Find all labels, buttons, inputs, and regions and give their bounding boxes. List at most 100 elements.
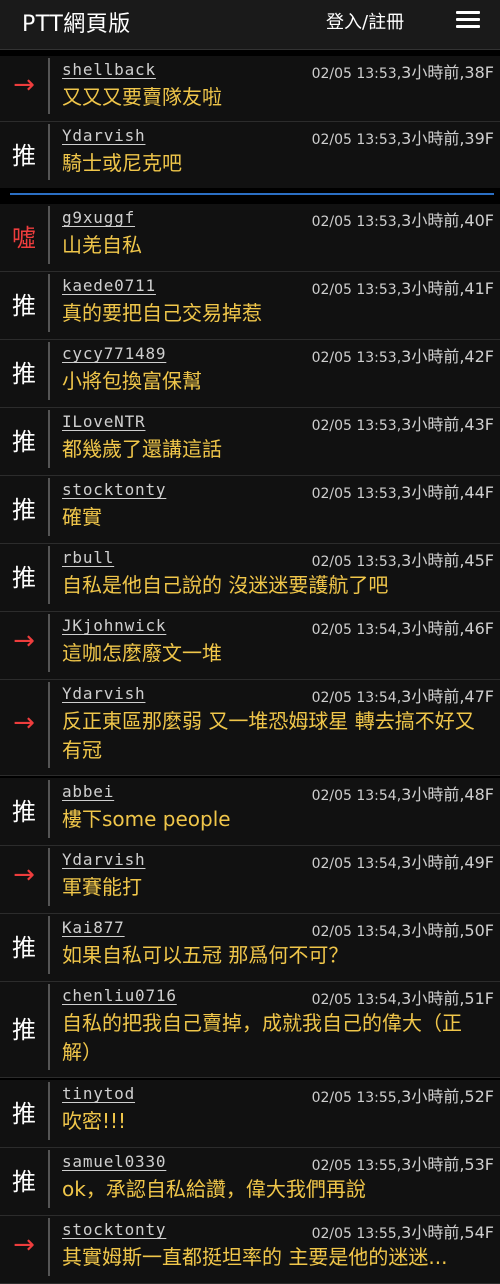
push-row: → Ydarvish 02/05 13:54,3小時前,47F 反正東區那麼弱 又一堆… [0,680,500,776]
push-relative-time: 3小時前 [401,921,460,940]
push-floor: ,39F [459,129,494,148]
push-username[interactable]: cycy771489 [62,344,166,363]
push-meta: 02/05 13:53,3小時前,43F [312,411,494,435]
push-timestamp: 02/05 13:54, [311,788,402,804]
push-timestamp: 02/05 13:54, [311,690,402,706]
push-floor: ,49F [459,853,494,872]
push-username[interactable]: chenliu0716 [62,986,177,1005]
push-username[interactable]: samuel0330 [62,1152,166,1171]
push-username[interactable]: JKjohnwick [62,616,166,635]
push-divider-bar [48,410,50,468]
push-content: 確實 [62,505,102,529]
push-timestamp: 02/05 13:53, [311,554,402,570]
push-floor: ,40F [459,211,494,230]
push-meta: 02/05 13:55,3小時前,54F [312,1219,494,1243]
push-content: 騎士或尼克吧 [62,151,182,175]
push-meta: 02/05 13:53,3小時前,45F [312,547,494,571]
push-floor: ,41F [459,279,494,298]
push-relative-time: 3小時前 [401,63,460,82]
push-meta: 02/05 13:53,3小時前,44F [312,479,494,503]
push-floor: ,38F [459,63,494,82]
push-content: 如果自私可以五冠 那爲何不可？ [62,943,349,967]
push-divider-bar [48,546,50,604]
push-meta: 02/05 13:53,3小時前,41F [312,275,494,299]
push-divider-bar [48,206,50,264]
site-logo[interactable]: PTT網頁版 [22,6,131,38]
push-row: → Ydarvish 02/05 13:54,3小時前,49F 軍賽能打 [0,846,500,914]
push-content: 樓下some people [62,807,231,831]
push-floor: ,51F [459,989,494,1008]
push-username[interactable]: Ydarvish [62,684,145,703]
push-tag-up: 推 [12,934,36,962]
push-relative-time: 3小時前 [401,483,460,502]
section-divider [10,193,494,195]
push-meta: 02/05 13:53,3小時前,39F [312,125,494,149]
push-meta: 02/05 13:53,3小時前,42F [312,343,494,367]
push-content: 反正東區那麼弱 又一堆恐姆球星 轉去搞不好又有冠 [62,709,475,762]
push-floor: ,47F [459,687,494,706]
push-meta: 02/05 13:54,3小時前,46F [312,615,494,639]
push-row: 推 tinytod 02/05 13:55,3小時前,52F 吹密!!! [0,1080,500,1148]
push-meta: 02/05 13:53,3小時前,40F [312,207,494,231]
push-timestamp: 02/05 13:53, [311,66,402,82]
push-relative-time: 3小時前 [401,1087,460,1106]
push-tag-up: 推 [12,496,36,524]
hamburger-menu-icon[interactable] [456,11,480,29]
push-relative-time: 3小時前 [401,1155,460,1174]
push-username[interactable]: tinytod [62,1084,135,1103]
push-divider-bar [48,682,50,768]
push-username[interactable]: abbei [62,782,114,801]
push-tag-boo: 噓 [12,224,36,252]
push-username[interactable]: kaede0711 [62,276,156,295]
push-row: → shellback 02/05 13:53,3小時前,38F 又又又要賣隊友啦 [0,56,500,122]
push-divider-bar [48,1150,50,1208]
push-username[interactable]: stocktonty [62,480,166,499]
push-username[interactable]: Ydarvish [62,126,145,145]
push-timestamp: 02/05 13:53, [311,486,402,502]
push-divider-bar [48,916,50,974]
push-username[interactable]: g9xuggf [62,208,135,227]
push-timestamp: 02/05 13:54, [311,856,402,872]
push-tag-up: 推 [12,428,36,456]
push-relative-time: 3小時前 [401,279,460,298]
push-relative-time: 3小時前 [401,551,460,570]
push-meta: 02/05 13:53,3小時前,38F [312,59,494,83]
push-tag-up: 推 [12,1100,36,1128]
push-content: 吹密!!! [62,1109,127,1133]
push-username[interactable]: Kai877 [62,918,125,937]
push-content: 軍賽能打 [62,875,142,899]
push-floor: ,46F [459,619,494,638]
push-tag-up: 推 [12,1168,36,1196]
push-divider-bar [48,124,50,180]
push-timestamp: 02/05 13:53, [311,350,402,366]
push-username[interactable]: shellback [62,60,156,79]
push-timestamp: 02/05 13:53, [311,214,402,230]
push-meta: 02/05 13:54,3小時前,50F [312,917,494,941]
push-row: 推 stocktonty 02/05 13:53,3小時前,44F 確實 [0,476,500,544]
push-tag-arrow: → [13,860,35,890]
push-floor: ,50F [459,921,494,940]
push-tag-up: 推 [12,360,36,388]
push-content: 這咖怎麼廢文一堆 [62,641,222,665]
push-row: 噓 g9xuggf 02/05 13:53,3小時前,40F 山羌自私 [0,204,500,272]
push-username[interactable]: Ydarvish [62,850,145,869]
push-tag-up: 推 [12,798,36,826]
push-floor: ,48F [459,785,494,804]
push-username[interactable]: ILoveNTR [62,412,145,431]
push-divider-bar [48,1082,50,1140]
push-relative-time: 3小時前 [401,989,460,1008]
top-bar: PTT網頁版 登入/註冊 [0,0,500,50]
push-username[interactable]: rbull [62,548,114,567]
push-timestamp: 02/05 13:53, [311,132,402,148]
push-content: 都幾歲了還講這話 [62,437,222,461]
push-relative-time: 3小時前 [401,211,460,230]
push-row: 推 Ydarvish 02/05 13:53,3小時前,39F 騎士或尼克吧 [0,122,500,188]
login-register-link[interactable]: 登入/註冊 [326,8,404,34]
push-divider-bar [48,274,50,332]
push-row: 推 chenliu0716 02/05 13:54,3小時前,51F 自私的把我自己賣… [0,982,500,1078]
push-row: 推 samuel0330 02/05 13:55,3小時前,53F ok，承認自私給讚… [0,1148,500,1216]
push-divider-bar [48,614,50,672]
push-relative-time: 3小時前 [401,415,460,434]
push-floor: ,44F [459,483,494,502]
push-username[interactable]: stocktonty [62,1220,166,1239]
